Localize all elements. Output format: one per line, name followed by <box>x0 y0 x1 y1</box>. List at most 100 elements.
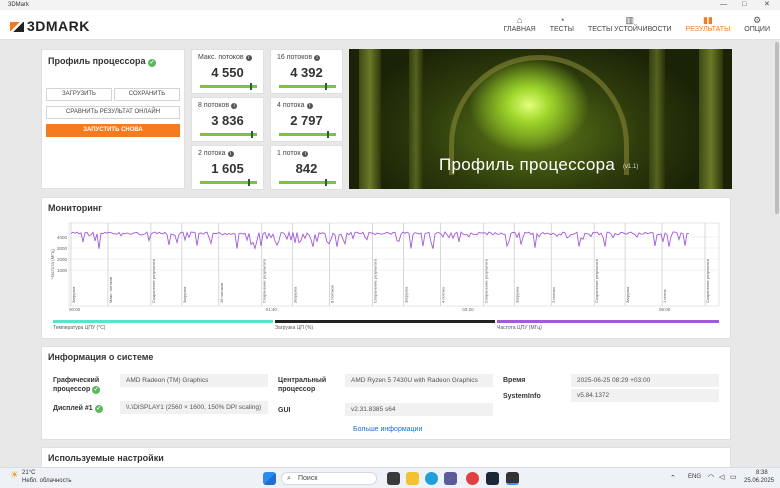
profile-title: Профиль процессора ✓ <box>48 56 156 67</box>
score-card: 8 потоков i 3 836 <box>191 97 264 142</box>
time-label: Время <box>503 377 526 384</box>
minimize-button[interactable]: — <box>720 0 727 10</box>
save-button[interactable]: СОХРАНИТЬ <box>114 88 180 101</box>
nav-stress-label: ТЕСТЫ УСТОЙЧИВОСТИ <box>587 26 672 33</box>
start-icon[interactable] <box>263 472 276 485</box>
battery-icon[interactable]: ▭ <box>730 473 737 481</box>
marker-label: Загрузка <box>71 286 76 303</box>
page-scrollbar[interactable] <box>774 40 780 467</box>
score-label: Макс. потоков i <box>198 54 252 61</box>
score-card: Макс. потоков i 4 550 <box>191 49 264 94</box>
task-view-icon[interactable] <box>387 472 400 485</box>
nav-stress-tests[interactable]: ▥ ТЕСТЫ УСТОЙЧИВОСТИ <box>588 14 672 33</box>
cpu-label: Центральный процессор <box>278 377 327 393</box>
y-axis-label: Частота (МГц) <box>50 249 55 279</box>
marker-label: Загрузка <box>293 286 298 303</box>
marker-label: 8 потоков <box>330 285 335 303</box>
check-icon: ✓ <box>94 405 103 413</box>
main-nav: ⌂ ГЛАВНАЯ ◔ ТЕСТЫ ▥ ТЕСТЫ УСТОЙЧИВОСТИ ▮▮ РЕ… <box>504 14 770 33</box>
info-icon[interactable]: i <box>306 103 313 109</box>
gauge-icon: ◔ <box>559 15 565 25</box>
score-label: 8 потоков i <box>198 102 238 109</box>
hero-version: (v1.1) <box>623 164 639 170</box>
x-tick-label: 01:40 <box>266 307 278 312</box>
3dmark-taskbar-icon[interactable] <box>506 472 519 485</box>
score-marker <box>250 83 253 90</box>
load-button[interactable]: ЗАГРУЗИТЬ <box>46 88 112 101</box>
score-bar <box>200 133 257 136</box>
score-label-text: 4 потока <box>277 102 305 109</box>
time-value: 2025-06-25 08:29 +03:00 <box>571 374 719 387</box>
clock-date[interactable]: 25.06.2025 <box>744 478 774 484</box>
file-explorer-icon[interactable] <box>406 472 419 485</box>
maximize-button[interactable]: □ <box>742 0 746 10</box>
score-label: 1 поток i <box>277 150 309 157</box>
monitoring-chart: 4000 3000 2000 1000Частота (МГц) 00:00 01:40 0… <box>50 222 720 312</box>
score-value: 4 392 <box>290 65 323 80</box>
profile-title-text: Профиль процессора <box>48 56 146 66</box>
clock-time[interactable]: 8:38 <box>756 470 768 476</box>
compare-online-button[interactable]: СРАВНИТЬ РЕЗУЛЬТАТ ОНЛАЙН <box>46 106 180 119</box>
search-placeholder: Поиск <box>298 475 318 482</box>
score-label-text: 8 потоков <box>198 102 230 109</box>
search-icon: ⌕ <box>287 475 291 482</box>
results-icon: ▮▮ <box>702 15 713 25</box>
marker-label: Макс. потоков <box>108 277 113 303</box>
marker-label: Загрузка <box>403 286 408 303</box>
gui-value: v2.31.8385 s64 <box>345 403 493 416</box>
wifi-icon[interactable]: ◠ <box>708 473 714 481</box>
settings-card: Используемые настройки <box>41 447 731 469</box>
score-label-text: 16 потоков <box>277 54 313 61</box>
nav-options[interactable]: ⚙ ОПЦИИ <box>744 14 770 33</box>
weather-text[interactable]: Небл. облачность <box>22 478 71 484</box>
scrollbar-thumb[interactable] <box>775 42 779 214</box>
steam-icon[interactable] <box>486 472 499 485</box>
score-value: 3 836 <box>211 113 244 128</box>
nav-options-label: ОПЦИИ <box>744 26 770 33</box>
score-bar <box>200 85 257 88</box>
run-again-button[interactable]: ЗАПУСТИТЬ СНОВА <box>46 124 180 137</box>
gui-label: GUI <box>278 407 291 414</box>
info-icon[interactable]: i <box>302 151 309 157</box>
system-info-title: Информация о системе <box>48 352 154 362</box>
taskbar-search[interactable]: ⌕ Поиск <box>281 472 377 485</box>
x-tick-label: 05:00 <box>659 307 671 312</box>
weather-temp[interactable]: 21°C <box>22 470 35 476</box>
system-info-card: Информация о системе Графический процесс… <box>41 346 731 440</box>
nav-tests[interactable]: ◔ ТЕСТЫ <box>550 14 574 33</box>
display-label-text: Дисплей #1 <box>53 405 93 412</box>
close-button[interactable]: ✕ <box>764 0 770 10</box>
hero-title: Профиль процессора <box>439 155 616 174</box>
display-value: \\.\DISPLAY1 (2560 × 1600, 150% DPI scal… <box>120 401 268 414</box>
legend-freq-label: Частота ЦПУ (МГц) <box>497 325 542 331</box>
tray-chevron-icon[interactable]: ⌃ <box>670 474 676 482</box>
score-card: 16 потоков i 4 392 <box>270 49 343 94</box>
info-icon[interactable]: i <box>227 151 234 157</box>
home-icon: ⌂ <box>516 15 523 25</box>
score-bar <box>279 85 336 88</box>
store-icon[interactable] <box>444 472 457 485</box>
info-icon[interactable]: i <box>314 55 321 61</box>
language-indicator[interactable]: ENG <box>688 474 701 480</box>
info-icon[interactable]: i <box>231 103 238 109</box>
yandex-icon[interactable] <box>466 472 479 485</box>
more-info-link[interactable]: Больше информации <box>353 426 422 433</box>
app-logo: 3DMARK <box>10 18 90 34</box>
info-icon[interactable]: i <box>245 55 252 61</box>
y-tick-label: 2000 <box>57 257 68 262</box>
legend-temp-label: Температура ЦПУ (°C) <box>53 325 106 331</box>
gpu-label: Графический процессор ✓ <box>53 376 113 394</box>
marker-label: 1 поток <box>662 289 667 303</box>
score-label-text: Макс. потоков <box>198 54 244 61</box>
nav-home[interactable]: ⌂ ГЛАВНАЯ <box>504 14 536 33</box>
nav-results[interactable]: ▮▮ РЕЗУЛЬТАТЫ <box>686 14 731 33</box>
y-tick-label: 4000 <box>57 235 68 240</box>
marker-label: Сохранение результата <box>483 258 488 303</box>
legend-freq-bar <box>497 320 719 323</box>
nav-home-label: ГЛАВНАЯ <box>503 26 536 33</box>
score-label: 2 потока i <box>198 150 234 157</box>
volume-icon[interactable]: ◁ <box>719 473 724 481</box>
y-tick-label: 1000 <box>57 268 68 273</box>
edge-icon[interactable] <box>425 472 438 485</box>
bars-icon: ▥ <box>625 15 635 25</box>
